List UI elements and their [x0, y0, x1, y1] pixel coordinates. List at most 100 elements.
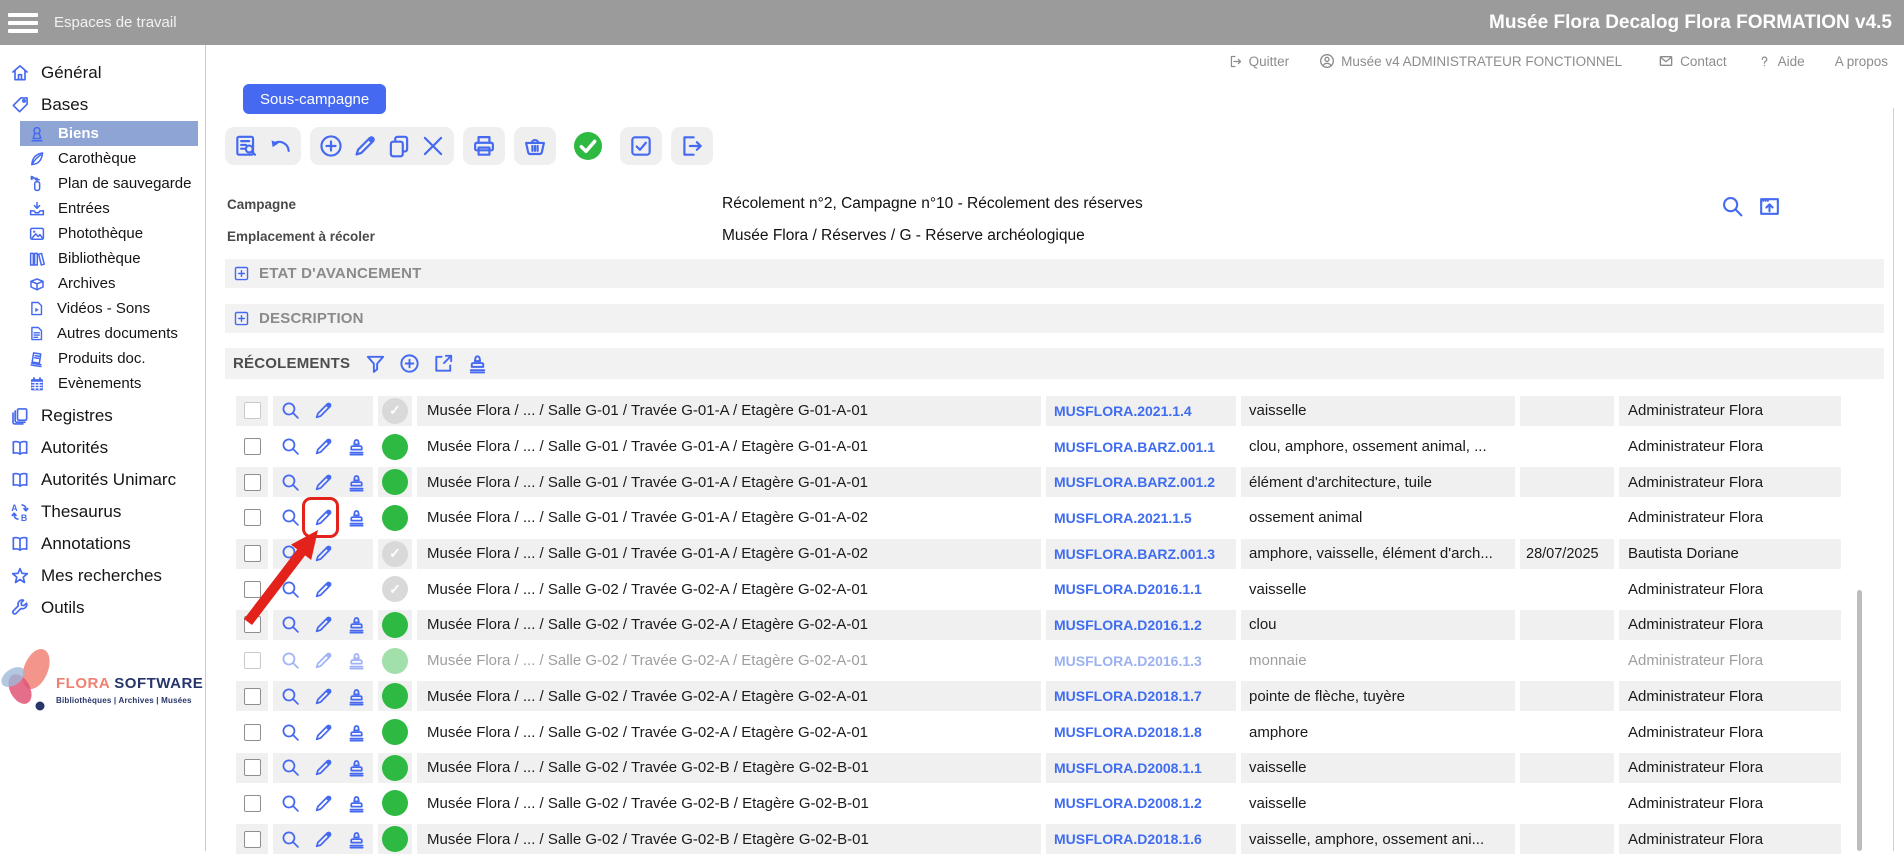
row-checkbox[interactable] — [244, 581, 261, 598]
edit-record-icon[interactable] — [313, 579, 334, 600]
stamp-record-icon[interactable] — [346, 436, 367, 457]
record-id-link[interactable]: MUSFLORA.D2016.1.1 — [1054, 581, 1202, 597]
workspace-label[interactable]: Espaces de travail — [54, 14, 177, 31]
sidebar-item-caroth-que[interactable]: Carothèque — [0, 146, 205, 171]
delete-button[interactable] — [419, 132, 447, 160]
view-record-icon[interactable] — [280, 686, 301, 707]
row-checkbox[interactable] — [244, 688, 261, 705]
stamp-record-icon[interactable] — [346, 793, 367, 814]
view-record-icon[interactable] — [280, 507, 301, 528]
basket-button[interactable] — [521, 132, 549, 160]
edit-record-icon[interactable] — [313, 650, 334, 671]
view-record-icon[interactable] — [280, 400, 301, 421]
help-link[interactable]: Aide — [1757, 54, 1805, 69]
print-button[interactable] — [470, 132, 498, 160]
undo-button[interactable] — [266, 132, 294, 160]
edit-record-icon[interactable] — [313, 400, 334, 421]
filter-icon[interactable] — [363, 352, 387, 376]
edit-record-icon[interactable] — [313, 436, 334, 457]
row-checkbox[interactable] — [244, 545, 261, 562]
stamp-record-icon[interactable] — [346, 757, 367, 778]
stamp-record-icon[interactable] — [346, 829, 367, 850]
sidebar-item-g-n-ral[interactable]: Général — [0, 57, 205, 89]
record-id-link[interactable]: MUSFLORA.D2008.1.2 — [1054, 795, 1202, 811]
record-id-link[interactable]: MUSFLORA.D2016.1.2 — [1054, 617, 1202, 633]
row-checkbox[interactable] — [244, 795, 261, 812]
view-record-icon[interactable] — [280, 650, 301, 671]
record-id-link[interactable]: MUSFLORA.D2018.1.8 — [1054, 724, 1202, 740]
record-id-link[interactable]: MUSFLORA.D2018.1.7 — [1054, 688, 1202, 704]
edit-record-icon[interactable] — [313, 543, 334, 564]
edit-record-icon[interactable] — [313, 757, 334, 778]
row-checkbox[interactable] — [244, 724, 261, 741]
quit-link[interactable]: Quitter — [1228, 54, 1290, 69]
sidebar-item-produits-doc-[interactable]: Produits doc. — [0, 346, 205, 371]
search-icon[interactable] — [1719, 193, 1746, 220]
add-circle-icon[interactable] — [397, 352, 421, 376]
expand-icon[interactable] — [233, 265, 250, 282]
view-record-icon[interactable] — [280, 829, 301, 850]
view-record-icon[interactable] — [280, 579, 301, 600]
sidebar-item-entr-es[interactable]: Entrées — [0, 196, 205, 221]
view-record-icon[interactable] — [280, 543, 301, 564]
view-record-icon[interactable] — [280, 793, 301, 814]
section-etat-avancement[interactable]: ETAT D'AVANCEMENT — [225, 259, 1884, 288]
record-id-link[interactable]: MUSFLORA.D2018.1.6 — [1054, 831, 1202, 847]
record-id-link[interactable]: MUSFLORA.BARZ.001.1 — [1054, 439, 1215, 455]
row-checkbox[interactable] — [244, 831, 261, 848]
export-button[interactable] — [678, 132, 706, 160]
sidebar-item-annotations[interactable]: Annotations — [0, 528, 205, 560]
edit-record-icon[interactable] — [313, 614, 334, 635]
stamp-record-icon[interactable] — [346, 614, 367, 635]
view-record-icon[interactable] — [280, 614, 301, 635]
sidebar-item-archives[interactable]: Archives — [0, 271, 205, 296]
sidebar-item-thesaurus[interactable]: ABThesaurus — [0, 496, 205, 528]
check-square-button[interactable] — [627, 132, 655, 160]
stamp-record-icon[interactable] — [346, 686, 367, 707]
record-id-link[interactable]: MUSFLORA.BARZ.001.2 — [1054, 474, 1215, 490]
record-id-link[interactable]: MUSFLORA.BARZ.001.3 — [1054, 546, 1215, 562]
view-record-icon[interactable] — [280, 757, 301, 778]
edit-record-icon[interactable] — [313, 686, 334, 707]
sidebar-item-phototh-que[interactable]: Photothèque — [0, 221, 205, 246]
stamp-record-icon[interactable] — [346, 472, 367, 493]
sidebar-item-plan-de-sauvegarde[interactable]: Plan de sauvegarde — [0, 171, 205, 196]
section-description[interactable]: DESCRIPTION — [225, 304, 1884, 333]
records-search-button[interactable] — [232, 132, 260, 160]
sidebar-item-autorit-s[interactable]: Autorités — [0, 432, 205, 464]
record-id-link[interactable]: MUSFLORA.2021.1.4 — [1054, 403, 1192, 419]
current-user[interactable]: Musée v4 ADMINISTRATEUR FONCTIONNEL — [1319, 53, 1622, 69]
row-checkbox[interactable] — [244, 438, 261, 455]
row-checkbox[interactable] — [244, 402, 261, 419]
stamp-record-icon[interactable] — [346, 507, 367, 528]
sidebar-item-ev-nements[interactable]: Evènements — [0, 371, 205, 396]
validate-button[interactable] — [574, 132, 602, 160]
row-checkbox[interactable] — [244, 652, 261, 669]
sidebar-item-mes-recherches[interactable]: Mes recherches — [0, 560, 205, 592]
open-window-icon[interactable] — [1756, 193, 1783, 220]
edit-record-icon[interactable] — [313, 722, 334, 743]
edit-record-icon[interactable] — [313, 793, 334, 814]
about-link[interactable]: A propos — [1835, 54, 1888, 69]
sidebar-item-biens[interactable]: Biens — [20, 121, 198, 146]
stamp-record-icon[interactable] — [346, 722, 367, 743]
hamburger-menu-icon[interactable] — [8, 13, 38, 33]
table-scrollbar[interactable] — [1857, 590, 1862, 851]
row-checkbox[interactable] — [244, 616, 261, 633]
sidebar-item-vid-os-sons[interactable]: Vidéos - Sons — [0, 296, 205, 321]
sidebar-item-bases[interactable]: Bases — [0, 89, 205, 121]
stamp-record-icon[interactable] — [346, 650, 367, 671]
edit-record-icon[interactable] — [313, 829, 334, 850]
copy-button[interactable] — [385, 132, 413, 160]
edit-record-icon[interactable] — [313, 507, 334, 528]
sidebar-item-autres-documents[interactable]: Autres documents — [0, 321, 205, 346]
record-id-link[interactable]: MUSFLORA.D2008.1.1 — [1054, 760, 1202, 776]
sidebar-item-autorit-s-unimarc[interactable]: Autorités Unimarc — [0, 464, 205, 496]
edit-record-icon[interactable] — [313, 472, 334, 493]
expand-icon[interactable] — [233, 310, 250, 327]
sidebar-item-outils[interactable]: Outils — [0, 592, 205, 624]
view-record-icon[interactable] — [280, 722, 301, 743]
view-record-icon[interactable] — [280, 472, 301, 493]
sidebar-item-registres[interactable]: Registres — [0, 400, 205, 432]
edit-button[interactable] — [351, 132, 379, 160]
